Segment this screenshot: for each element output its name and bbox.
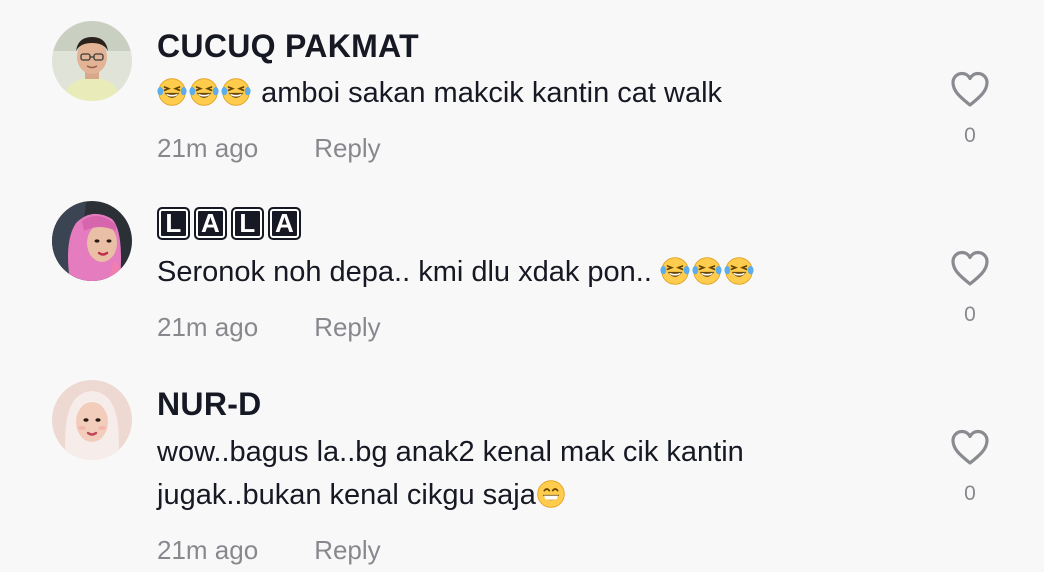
laughing-tears-emoji [189, 77, 219, 107]
avatar[interactable] [52, 21, 132, 101]
laughing-tears-emoji [157, 77, 187, 107]
username-letter: L [231, 207, 264, 240]
comment-username[interactable]: CUCUQ PAKMAT [157, 28, 419, 65]
comment-timestamp: 21m ago [157, 312, 259, 342]
comment-text-line-wrap: jugak..bukan kenal cikgu saja [157, 474, 917, 517]
like-count: 0 [964, 124, 976, 147]
comment-text: Seronok noh depa.. kmi dlu xdak pon.. [157, 251, 917, 294]
comment-timestamp: 21m ago [157, 133, 259, 163]
like-count: 0 [964, 482, 976, 505]
comment-text-line: wow..bagus la..bg anak2 kenal mak cik ka… [157, 436, 744, 468]
reply-button[interactable]: Reply [314, 535, 380, 566]
username-letter: A [268, 207, 301, 240]
laughing-tears-emoji [692, 256, 722, 286]
comment-username[interactable]: NUR-D [157, 386, 262, 423]
comment-text: wow..bagus la..bg anak2 kenal mak cik ka… [157, 431, 917, 517]
comment-text-body: amboi sakan makcik kantin cat walk [261, 77, 723, 109]
comment-meta: 21m ago Reply [157, 535, 381, 566]
comment-timestamp: 21m ago [157, 535, 259, 565]
comment-text-body: Seronok noh depa.. kmi dlu xdak pon.. [157, 256, 652, 288]
reply-button[interactable]: Reply [314, 312, 380, 343]
heart-icon[interactable] [948, 68, 992, 112]
avatar[interactable] [52, 380, 132, 460]
reply-button[interactable]: Reply [314, 133, 380, 164]
heart-icon[interactable] [948, 426, 992, 470]
laughing-tears-emoji [724, 256, 754, 286]
comment-meta: 21m ago Reply [157, 312, 381, 343]
username-letter: L [157, 207, 190, 240]
laughing-tears-emoji [660, 256, 690, 286]
comment-meta: 21m ago Reply [157, 133, 381, 164]
like-count: 0 [964, 303, 976, 326]
comment-username[interactable]: L A L A [157, 207, 301, 240]
comment-text-line: jugak..bukan kenal cikgu saja [157, 479, 536, 511]
heart-icon[interactable] [948, 247, 992, 291]
avatar[interactable] [52, 201, 132, 281]
username-letter: A [194, 207, 227, 240]
comment-text: amboi sakan makcik kantin cat walk [157, 72, 917, 115]
grinning-emoji [536, 479, 566, 509]
laughing-tears-emoji [221, 77, 251, 107]
